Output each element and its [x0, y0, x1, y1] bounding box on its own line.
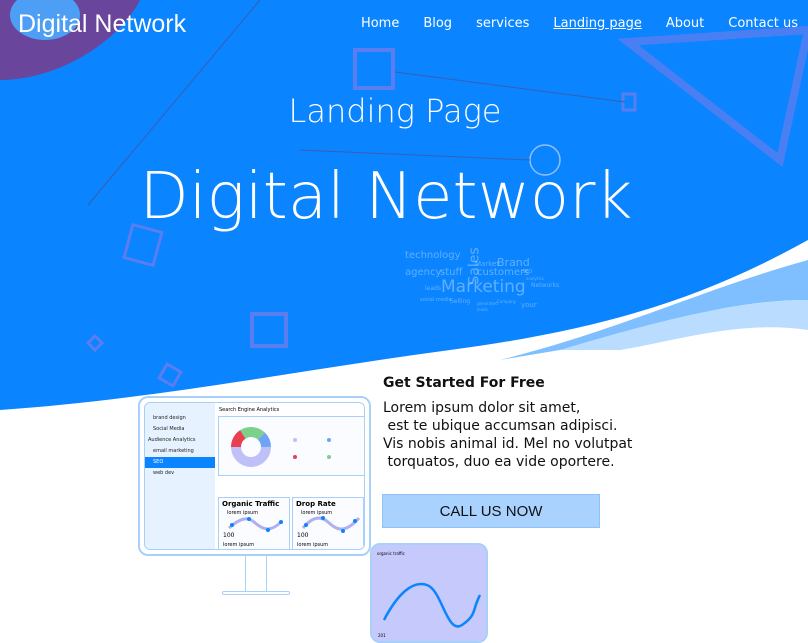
dashboard-sidebar: brand design Social Media Audience Analy…	[145, 403, 215, 549]
monitor-base	[222, 591, 290, 595]
monitor-stand	[245, 556, 267, 592]
promo-body: Lorem ipsum dolor sit amet, est te ubiqu…	[383, 400, 633, 470]
dashboard-monitor: brand design Social Media Audience Analy…	[138, 396, 371, 556]
hero-title: Digital Network	[139, 160, 633, 234]
nav-blog[interactable]: Blog	[423, 16, 452, 31]
cloud-word: Selling	[450, 298, 471, 305]
cloud-word: generated	[477, 301, 498, 306]
cloud-word: agency	[405, 267, 442, 278]
nav-services[interactable]: services	[476, 16, 529, 31]
cloud-word: technology	[405, 250, 461, 261]
menu-item-selected[interactable]: SEO	[145, 457, 215, 468]
cloud-word: leads	[477, 307, 488, 312]
nav-home[interactable]: Home	[361, 16, 399, 31]
dashboard-title: Search Engine Analytics	[219, 407, 280, 413]
card-title: Organic Traffic	[222, 500, 280, 508]
card-footer: lorem ipsum	[297, 542, 329, 548]
hero-subtitle: Landing Page	[288, 92, 502, 130]
card-title: Drop Rate	[296, 500, 336, 508]
menu-item[interactable]: Social Media	[145, 424, 215, 435]
brand-logo[interactable]: Digital Network	[18, 10, 186, 39]
promo-heading: Get Started For Free	[383, 375, 545, 391]
cloud-word: Marketing	[441, 277, 526, 297]
phone-line-chart	[382, 582, 482, 628]
card-value: 100	[223, 532, 235, 539]
card-value: 100	[297, 532, 309, 539]
nav-about[interactable]: About	[666, 16, 704, 31]
donut-chart	[231, 427, 331, 467]
cloud-word: leads	[425, 285, 441, 292]
donut-card	[218, 416, 364, 476]
main-nav: Home Blog services Landing page About Co…	[337, 16, 798, 31]
phone-value: 201	[378, 633, 386, 638]
cloud-word: Networks	[531, 282, 560, 289]
call-us-now-button[interactable]: CALL US NOW	[382, 494, 600, 528]
cloud-word: SEO	[522, 269, 533, 275]
phone-card: organic traffic 201	[370, 543, 488, 643]
drop-rate-card: Drop Rate lorem ipsum 100 lorem ipsum	[292, 497, 364, 549]
cloud-word: analytics	[526, 276, 544, 281]
menu-item[interactable]: Audience Analytics	[145, 435, 215, 446]
menu-item[interactable]: web dev	[145, 468, 215, 479]
cloud-word: Company	[497, 299, 517, 304]
menu-item[interactable]: brand design	[145, 413, 215, 424]
phone-title: organic traffic	[377, 551, 405, 556]
organic-traffic-card: Organic Traffic lorem ipsum 100 lorem ip…	[218, 497, 290, 549]
nav-contact[interactable]: Contact us	[728, 16, 798, 31]
menu-item[interactable]: email marketing	[145, 446, 215, 457]
nav-landing-page[interactable]: Landing page	[553, 16, 641, 31]
card-footer: lorem ipsum	[223, 542, 255, 548]
cloud-word: social media	[420, 297, 452, 303]
cloud-word: your	[521, 301, 537, 309]
